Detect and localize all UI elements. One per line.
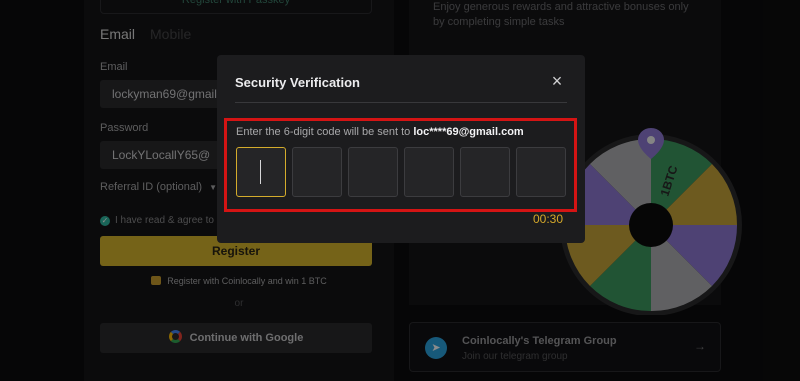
masked-email: loc****69@gmail.com <box>413 126 524 138</box>
code-digit-input[interactable] <box>404 147 454 197</box>
security-verification-modal: Security Verification × Enter the 6-digi… <box>217 55 585 243</box>
instruction-text: Enter the 6-digit code will be sent to <box>236 126 414 138</box>
modal-title: Security Verification <box>235 75 360 90</box>
code-input-group <box>236 147 566 197</box>
code-digit-input[interactable] <box>236 147 286 197</box>
close-icon[interactable]: × <box>549 72 565 90</box>
code-digit-input[interactable] <box>460 147 510 197</box>
page: Register with Passkey Email Mobile Email… <box>0 0 800 381</box>
code-digit-input[interactable] <box>516 147 566 197</box>
verification-instruction: Enter the 6-digit code will be sent to l… <box>236 126 524 138</box>
code-digit-input[interactable] <box>348 147 398 197</box>
modal-divider <box>235 102 567 103</box>
code-digit-input[interactable] <box>292 147 342 197</box>
resend-timer: 00:30 <box>533 212 564 226</box>
